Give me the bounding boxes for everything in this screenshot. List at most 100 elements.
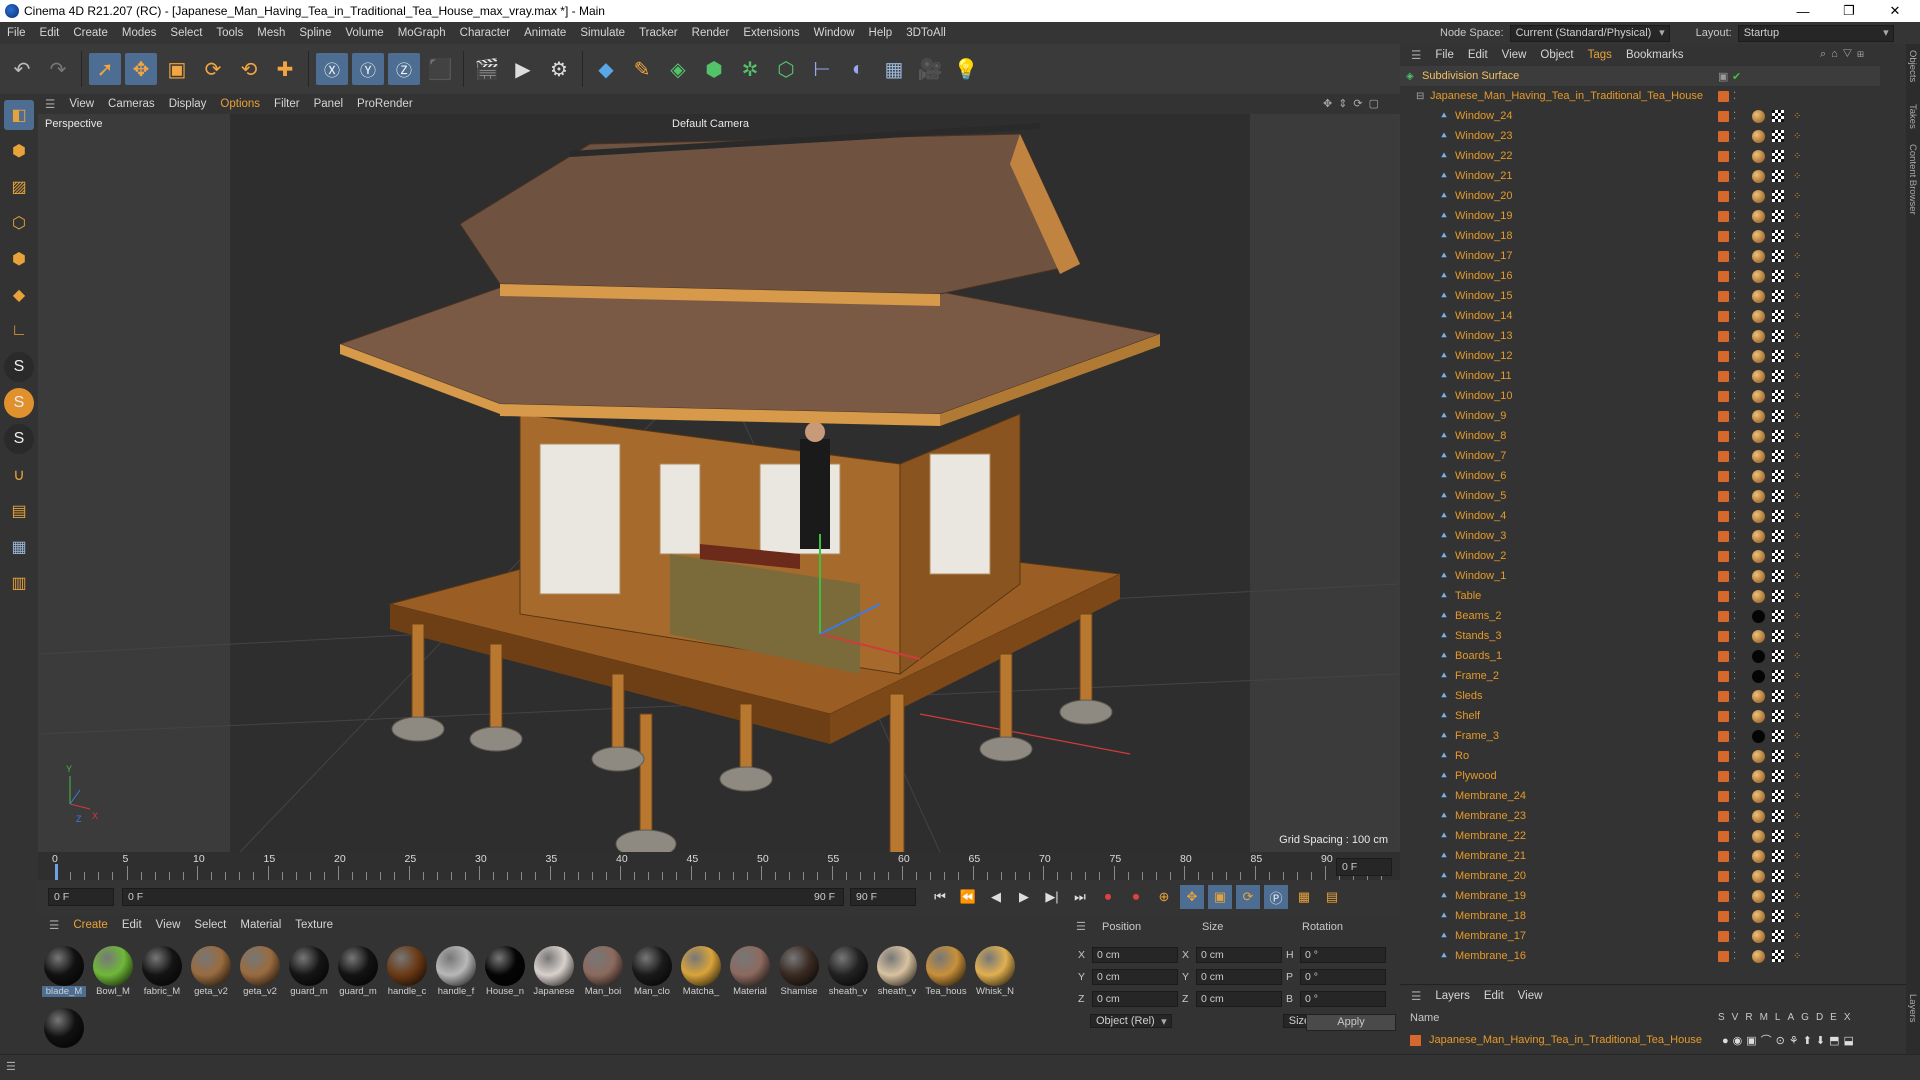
visibility-dots[interactable]: ⁚ (1733, 651, 1736, 662)
tree-row[interactable]: ⯅ Window_9 ⁚ ⁘ (1400, 406, 1880, 426)
selection-tag-icon[interactable]: ⁘ (1793, 251, 1801, 262)
object-name[interactable]: Window_11 (1455, 370, 1512, 382)
material-menu-material[interactable]: Material (233, 919, 288, 931)
layer-column-header[interactable]: A (1787, 1012, 1794, 1023)
uvw-tag-icon[interactable] (1772, 170, 1784, 182)
material-swatch[interactable]: Tea_hous (924, 944, 968, 998)
visibility-dots[interactable]: ⁚ (1733, 711, 1736, 722)
tree-row[interactable]: ⯅ Window_20 ⁚ ⁘ (1400, 186, 1880, 206)
object-search-icons[interactable]: ⌕⌂▽⊞ (1820, 48, 1869, 61)
object-name[interactable]: Window_16 (1455, 270, 1512, 282)
visibility-dots[interactable]: ⁚ (1733, 811, 1736, 822)
selection-tag-icon[interactable]: ⁘ (1793, 271, 1801, 282)
selection-tag-icon[interactable]: ⁘ (1793, 811, 1801, 822)
uvw-tag-icon[interactable] (1772, 770, 1784, 782)
selection-tag-icon[interactable]: ⁘ (1793, 731, 1801, 742)
material-tag-icon[interactable] (1752, 669, 1765, 683)
menu-create[interactable]: Create (66, 27, 115, 39)
selection-tag-icon[interactable]: ⁘ (1793, 471, 1801, 482)
tree-row[interactable]: ⯅ Window_6 ⁚ ⁘ (1400, 466, 1880, 486)
material-tag-icon[interactable] (1752, 809, 1765, 823)
tree-row-group[interactable]: ⊟ Japanese_Man_Having_Tea_in_Traditional… (1400, 86, 1880, 106)
material-swatch[interactable]: Shamise (777, 944, 821, 998)
tree-row[interactable]: ⯅ Window_16 ⁚ ⁘ (1400, 266, 1880, 286)
layer-color-tag[interactable] (1718, 530, 1729, 542)
material-swatch[interactable]: fabric_M (140, 944, 184, 998)
uvw-tag-icon[interactable] (1772, 550, 1784, 562)
tree-row-root[interactable]: ◈ Subdivision Surface ▣ ✔ (1400, 66, 1880, 86)
layer-hamburger-icon[interactable]: ☰ (1404, 989, 1428, 1003)
material-swatch[interactable]: geta_v2 (238, 944, 282, 998)
menu-tools[interactable]: Tools (209, 27, 250, 39)
visibility-dots[interactable]: ⁚ (1733, 331, 1736, 342)
visibility-dots[interactable]: ⁚ (1733, 931, 1736, 942)
tree-row[interactable]: ⯅ Shelf ⁚ ⁘ (1400, 706, 1880, 726)
material-menu-select[interactable]: Select (187, 919, 233, 931)
tree-row[interactable]: ⯅ Window_14 ⁚ ⁘ (1400, 306, 1880, 326)
material-tag-icon[interactable] (1752, 849, 1765, 863)
object-name[interactable]: Japanese_Man_Having_Tea_in_Traditional_T… (1430, 90, 1703, 102)
uvw-tag-icon[interactable] (1772, 490, 1784, 502)
material-tag-icon[interactable] (1752, 169, 1765, 183)
tree-row[interactable]: ⯅ Frame_2 ⁚ ⁘ (1400, 666, 1880, 686)
tree-row[interactable]: ⯅ Window_1 ⁚ ⁘ (1400, 566, 1880, 586)
coord-hamburger-icon[interactable]: ☰ (1076, 920, 1086, 933)
layer-color-tag[interactable] (1718, 330, 1729, 342)
object-name[interactable]: Window_12 (1455, 350, 1512, 362)
tree-row[interactable]: ⯅ Window_23 ⁚ ⁘ (1400, 126, 1880, 146)
object-name[interactable]: Window_15 (1455, 290, 1512, 302)
uvw-tag-icon[interactable] (1772, 530, 1784, 542)
layer-color-tag[interactable] (1718, 430, 1729, 442)
uvw-tag-icon[interactable] (1772, 250, 1784, 262)
tree-row[interactable]: ⯅ Sleds ⁚ ⁘ (1400, 686, 1880, 706)
material-tag-icon[interactable] (1752, 729, 1765, 743)
material-swatch[interactable]: Matcha_ (679, 944, 723, 998)
selection-tag-icon[interactable]: ⁘ (1793, 551, 1801, 562)
selection-tag-icon[interactable]: ⁘ (1793, 451, 1801, 462)
selection-tag-icon[interactable]: ⁘ (1793, 311, 1801, 322)
tree-row[interactable]: ⯅ Membrane_19 ⁚ ⁘ (1400, 886, 1880, 906)
layer-color-tag[interactable] (1718, 690, 1729, 702)
material-swatch[interactable]: sheath_v (826, 944, 870, 998)
layer-column-header[interactable]: R (1745, 1012, 1752, 1023)
tree-row[interactable]: ⯅ Window_12 ⁚ ⁘ (1400, 346, 1880, 366)
menu-extensions[interactable]: Extensions (736, 27, 806, 39)
visibility-dots[interactable]: ⁚ (1733, 851, 1736, 862)
menu-select[interactable]: Select (163, 27, 209, 39)
object-name[interactable]: Window_8 (1455, 430, 1506, 442)
uvw-tag-icon[interactable] (1772, 870, 1784, 882)
material-tag-icon[interactable] (1752, 829, 1765, 843)
material-tag-icon[interactable] (1752, 309, 1765, 323)
uvw-tag-icon[interactable] (1772, 190, 1784, 202)
material-tag-icon[interactable] (1752, 649, 1765, 663)
tree-row[interactable]: ⯅ Ro ⁚ ⁘ (1400, 746, 1880, 766)
tree-row[interactable]: ⯅ Window_8 ⁚ ⁘ (1400, 426, 1880, 446)
layer-column-header[interactable]: S (1718, 1012, 1725, 1023)
menu-file[interactable]: File (0, 27, 33, 39)
object-name[interactable]: Window_18 (1455, 230, 1512, 242)
3d-viewport[interactable]: Perspective Default Camera Grid Spacing … (40, 114, 1398, 852)
visibility-dots[interactable]: ⁚ (1733, 771, 1736, 782)
object-name[interactable]: Window_4 (1455, 510, 1506, 522)
visibility-dots[interactable]: ⁚ (1733, 551, 1736, 562)
uvw-tag-icon[interactable] (1772, 430, 1784, 442)
menu-help[interactable]: Help (862, 27, 900, 39)
uvw-tag-icon[interactable] (1772, 370, 1784, 382)
menu-spline[interactable]: Spline (292, 27, 338, 39)
object-name[interactable]: Window_7 (1455, 450, 1506, 462)
material-tag-icon[interactable] (1752, 129, 1765, 143)
tree-row[interactable]: ⯅ Membrane_20 ⁚ ⁘ (1400, 866, 1880, 886)
layer-color-tag[interactable] (1718, 670, 1729, 682)
material-tag-icon[interactable] (1752, 589, 1765, 603)
layer-color-tag[interactable] (1718, 210, 1729, 222)
layer-color-tag[interactable] (1718, 910, 1729, 922)
uvw-tag-icon[interactable] (1772, 350, 1784, 362)
undo-icon[interactable]: ↶ (6, 53, 38, 85)
material-tag-icon[interactable] (1752, 489, 1765, 503)
material-tag-icon[interactable] (1752, 389, 1765, 403)
selection-tag-icon[interactable]: ⁘ (1793, 831, 1801, 842)
layer-color-tag[interactable] (1718, 90, 1729, 102)
layer-color-tag[interactable] (1718, 630, 1729, 642)
layer-toggle-icons[interactable]: ●◉▣⌒⊙⚘⬆⬇⬒⬓ (1722, 1032, 1858, 1048)
layer-color-tag[interactable] (1718, 570, 1729, 582)
